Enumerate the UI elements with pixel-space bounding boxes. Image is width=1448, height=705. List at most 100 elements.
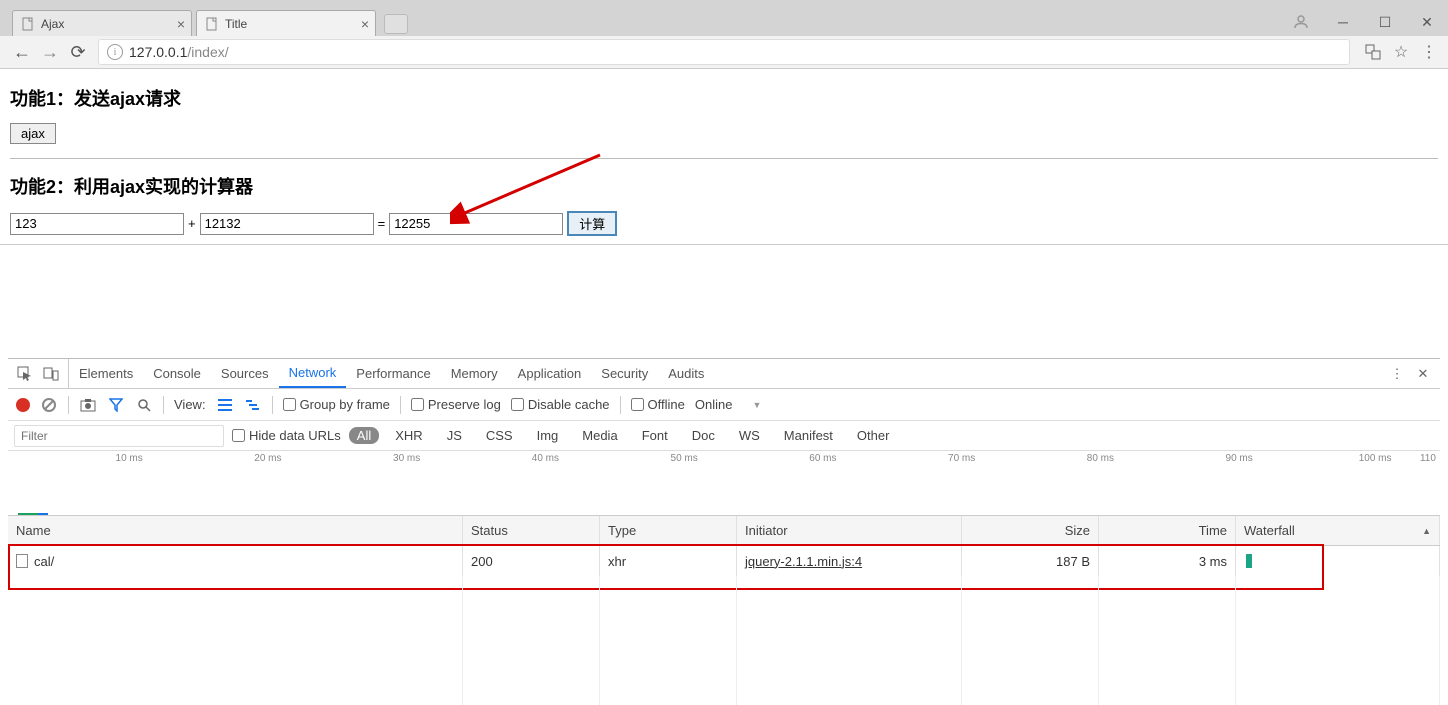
timeline-request-mark (18, 513, 38, 515)
filter-input[interactable] (14, 425, 224, 447)
tab-network[interactable]: Network (279, 359, 347, 388)
filter-doc[interactable]: Doc (684, 427, 723, 444)
timeline-tick: 110 (1396, 453, 1440, 464)
page-icon (21, 17, 35, 31)
calculator-row: + = 计算 (10, 211, 1438, 236)
clear-icon[interactable] (40, 396, 58, 414)
bookmark-icon[interactable]: ☆ (1390, 41, 1412, 63)
page-content: 功能1：发送ajax请求 ajax 功能2：利用ajax实现的计算器 + = 计… (0, 69, 1448, 245)
filter-icon[interactable] (107, 396, 125, 414)
throttling-select[interactable]: Online (695, 397, 762, 412)
disable-cache-checkbox[interactable]: Disable cache (511, 397, 610, 412)
close-devtools-icon[interactable]: ✕ (1414, 365, 1432, 383)
hide-data-urls-checkbox[interactable]: Hide data URLs (232, 428, 341, 443)
group-by-frame-checkbox[interactable]: Group by frame (283, 397, 390, 412)
url-path: /index/ (187, 44, 228, 60)
col-waterfall[interactable]: Waterfall▲ (1236, 516, 1440, 545)
filter-xhr[interactable]: XHR (387, 427, 430, 444)
address-bar-row: ← → ⟳ i 127.0.0.1/index/ ☆ ⋮ (0, 36, 1448, 69)
reload-button[interactable]: ⟳ (64, 38, 92, 66)
col-name[interactable]: Name (8, 516, 463, 545)
filter-img[interactable]: Img (529, 427, 567, 444)
minimize-icon[interactable]: ─ (1322, 8, 1364, 36)
tab-security[interactable]: Security (591, 359, 658, 388)
tab-performance[interactable]: Performance (346, 359, 440, 388)
url-input[interactable]: i 127.0.0.1/index/ (98, 39, 1350, 65)
network-table-header: Name Status Type Initiator Size Time Wat… (8, 516, 1440, 546)
filter-css[interactable]: CSS (478, 427, 521, 444)
tab-elements[interactable]: Elements (69, 359, 143, 388)
filter-all[interactable]: All (349, 427, 379, 444)
calc-input-b[interactable] (200, 213, 374, 235)
timeline-tick: 80 ms (979, 453, 1118, 464)
tab-console[interactable]: Console (143, 359, 211, 388)
tab-title: Title (225, 17, 247, 31)
request-size: 187 B (962, 546, 1099, 576)
list-view-icon[interactable] (216, 396, 234, 414)
preserve-log-checkbox[interactable]: Preserve log (411, 397, 501, 412)
network-table-body: cal/ 200 xhr jquery-2.1.1.min.js:4 187 B… (8, 546, 1440, 705)
request-initiator-link[interactable]: jquery-2.1.1.min.js:4 (745, 554, 862, 569)
timeline-tick: 30 ms (286, 453, 425, 464)
plus-operator: + (188, 216, 196, 231)
capture-icon[interactable] (79, 396, 97, 414)
kebab-icon[interactable]: ⋮ (1388, 365, 1406, 383)
waterfall-view-icon[interactable] (244, 396, 262, 414)
url-host: 127.0.0.1 (129, 44, 187, 60)
new-tab-button[interactable] (384, 14, 408, 34)
close-window-icon[interactable]: ✕ (1406, 8, 1448, 36)
devtools-panel: Elements Console Sources Network Perform… (8, 358, 1440, 705)
filter-js[interactable]: JS (439, 427, 470, 444)
maximize-icon[interactable]: ☐ (1364, 8, 1406, 36)
filter-ws[interactable]: WS (731, 427, 768, 444)
col-size[interactable]: Size (962, 516, 1099, 545)
request-name: cal/ (34, 554, 54, 569)
devtools-tabs: Elements Console Sources Network Perform… (8, 359, 1440, 389)
filter-other[interactable]: Other (849, 427, 898, 444)
network-toolbar: View: Group by frame Preserve log Disabl… (8, 389, 1440, 421)
page-icon (205, 17, 219, 31)
ajax-button[interactable]: ajax (10, 123, 56, 144)
menu-icon[interactable]: ⋮ (1418, 41, 1440, 63)
waterfall-bar (1246, 554, 1252, 568)
user-icon[interactable] (1280, 8, 1322, 36)
request-status: 200 (463, 546, 600, 576)
network-timeline[interactable]: 10 ms 20 ms 30 ms 40 ms 50 ms 60 ms 70 m… (8, 451, 1440, 516)
annotation-arrow (450, 153, 610, 233)
tab-memory[interactable]: Memory (441, 359, 508, 388)
search-icon[interactable] (135, 396, 153, 414)
heading-feature-1: 功能1：发送ajax请求 (10, 85, 1438, 111)
browser-tabs: Ajax × Title × ─ ☐ ✕ (0, 8, 1448, 36)
tab-sources[interactable]: Sources (211, 359, 279, 388)
timeline-tick: 70 ms (841, 453, 980, 464)
tab-ajax[interactable]: Ajax × (12, 10, 192, 36)
request-type: xhr (600, 546, 737, 576)
back-button[interactable]: ← (8, 38, 36, 66)
filter-font[interactable]: Font (634, 427, 676, 444)
col-time[interactable]: Time (1099, 516, 1236, 545)
filter-media[interactable]: Media (574, 427, 625, 444)
site-info-icon[interactable]: i (107, 44, 123, 60)
col-initiator[interactable]: Initiator (737, 516, 962, 545)
record-button[interactable] (16, 398, 30, 412)
translate-icon[interactable] (1362, 41, 1384, 63)
close-icon[interactable]: × (357, 16, 373, 32)
col-status[interactable]: Status (463, 516, 600, 545)
tab-audits[interactable]: Audits (658, 359, 714, 388)
close-icon[interactable]: × (173, 16, 189, 32)
forward-button[interactable]: → (36, 38, 64, 66)
inspect-icon[interactable] (16, 365, 34, 383)
tab-application[interactable]: Application (508, 359, 592, 388)
calc-input-a[interactable] (10, 213, 184, 235)
request-time: 3 ms (1099, 546, 1236, 576)
offline-checkbox[interactable]: Offline (631, 397, 685, 412)
file-icon (16, 554, 28, 568)
sort-indicator-icon: ▲ (1422, 526, 1431, 536)
device-icon[interactable] (42, 365, 60, 383)
filter-manifest[interactable]: Manifest (776, 427, 841, 444)
table-row[interactable]: cal/ 200 xhr jquery-2.1.1.min.js:4 187 B… (8, 546, 1440, 576)
col-type[interactable]: Type (600, 516, 737, 545)
tab-title[interactable]: Title × (196, 10, 376, 36)
view-label: View: (174, 397, 206, 412)
timeline-load-mark (38, 513, 48, 515)
